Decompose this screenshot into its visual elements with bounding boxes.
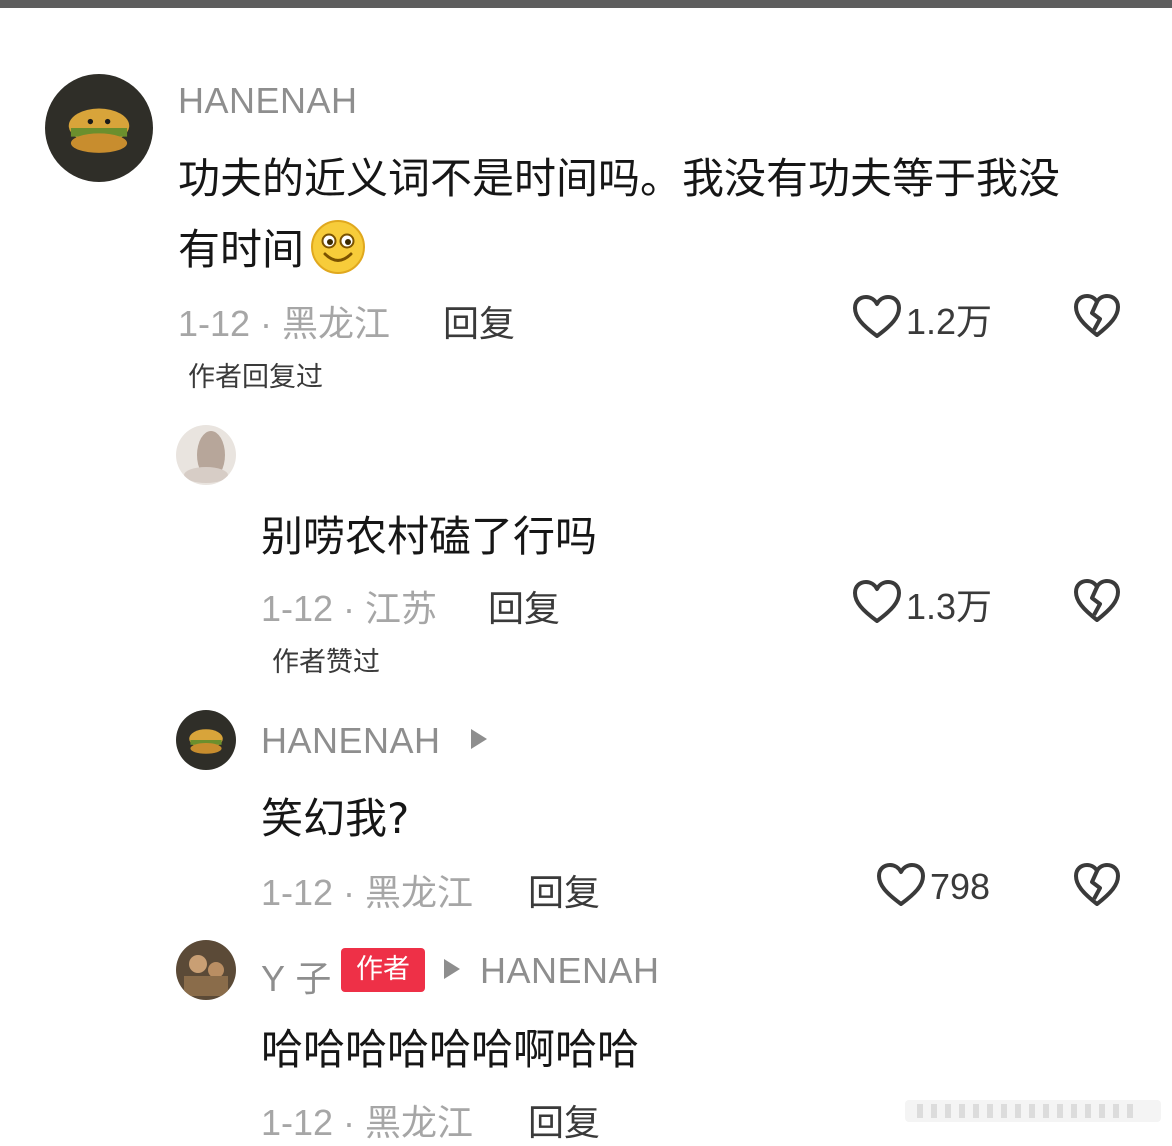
like-count: 1.2万 bbox=[906, 301, 993, 342]
heart-outline-icon bbox=[852, 294, 902, 344]
username[interactable]: HANENAH bbox=[178, 80, 358, 122]
comment-text: 笑幻我? bbox=[261, 794, 410, 843]
comment-meta: 1-12 · 黑龙江 bbox=[178, 303, 391, 344]
comment-meta: 1-12 · 黑龙江 bbox=[261, 872, 474, 913]
watermark-logo bbox=[905, 1100, 1161, 1122]
dislike-button[interactable] bbox=[1073, 862, 1121, 912]
username[interactable]: Y 子 bbox=[261, 950, 332, 1002]
dislike-button[interactable] bbox=[1073, 578, 1121, 628]
comment-text-line2: 有时间 bbox=[178, 216, 366, 277]
author-badge: 作者 bbox=[341, 948, 425, 992]
comment-text: 功夫的近义词不是时间吗。我没有功夫等于我没 bbox=[178, 154, 1061, 203]
like-count: 798 bbox=[930, 866, 991, 907]
comment-meta: 1-12 · 黑龙江 bbox=[261, 1102, 474, 1143]
reply-to-username[interactable]: HANENAH bbox=[480, 950, 660, 992]
username[interactable]: HANENAH bbox=[261, 720, 441, 762]
comment-meta: 1-12 · 江苏 bbox=[261, 588, 438, 629]
like-button[interactable]: 1.3万 bbox=[852, 578, 992, 630]
broken-heart-icon bbox=[1073, 579, 1121, 628]
like-button[interactable]: 1.2万 bbox=[852, 293, 992, 345]
reply-button[interactable]: 回复 bbox=[488, 580, 560, 632]
comment-text: 有时间 bbox=[178, 225, 305, 274]
like-count: 1.3万 bbox=[906, 586, 993, 627]
heart-outline-icon bbox=[876, 862, 926, 912]
broken-heart-icon bbox=[1073, 863, 1121, 912]
comment-text: 别唠农村磕了行吗 bbox=[261, 512, 598, 561]
author-replied-note: 作者回复过 bbox=[188, 362, 323, 393]
play-arrow-icon bbox=[444, 959, 460, 979]
grinning-face-emoji-icon bbox=[310, 219, 366, 275]
window-top-bar bbox=[0, 0, 1172, 8]
heart-outline-icon bbox=[852, 579, 902, 629]
dislike-button[interactable] bbox=[1073, 293, 1121, 343]
reply-button[interactable]: 回复 bbox=[528, 864, 600, 916]
reply-button[interactable]: 回复 bbox=[528, 1094, 600, 1146]
avatar[interactable] bbox=[176, 940, 236, 1000]
author-liked-note: 作者赞过 bbox=[272, 647, 380, 678]
avatar[interactable] bbox=[45, 74, 153, 182]
like-button[interactable]: 798 bbox=[876, 862, 990, 912]
avatar[interactable] bbox=[176, 710, 236, 770]
play-arrow-icon bbox=[471, 729, 487, 749]
comment-text: 哈哈哈哈哈哈啊哈哈 bbox=[261, 1025, 640, 1074]
broken-heart-icon bbox=[1073, 294, 1121, 343]
avatar[interactable] bbox=[176, 425, 236, 485]
reply-button[interactable]: 回复 bbox=[443, 295, 515, 347]
